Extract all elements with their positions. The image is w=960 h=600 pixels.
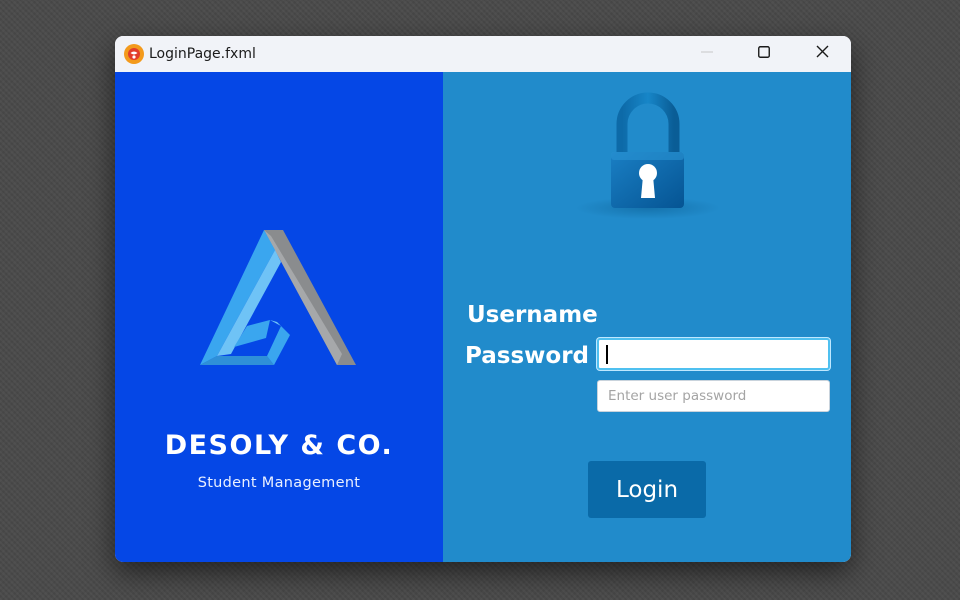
login-panel: Username Password Login — [443, 72, 851, 562]
password-field[interactable] — [597, 380, 830, 412]
maximize-icon — [758, 45, 770, 63]
branding-panel: DESOLY & CO. Student Management — [115, 72, 443, 562]
minimize-button[interactable] — [678, 36, 736, 72]
app-tagline: Student Management — [197, 475, 361, 491]
minimize-icon — [701, 45, 713, 63]
username-field[interactable] — [597, 338, 830, 370]
app-window: LoginPage.fxml DESOLY & CO. Student Mana… — [115, 36, 851, 562]
padlock-icon — [573, 86, 723, 224]
company-name: DESOLY & CO. — [164, 430, 394, 461]
close-icon — [816, 45, 829, 63]
close-button[interactable] — [793, 36, 851, 72]
username-label: Username — [467, 302, 598, 328]
text-caret — [606, 345, 608, 364]
window-title: LoginPage.fxml — [149, 46, 256, 62]
login-button[interactable]: Login — [588, 461, 706, 518]
triangle-logo-icon — [197, 230, 367, 380]
scene-builder-icon — [124, 44, 144, 64]
title-bar[interactable]: LoginPage.fxml — [115, 36, 851, 72]
maximize-button[interactable] — [735, 36, 793, 72]
password-label: Password — [465, 343, 589, 369]
